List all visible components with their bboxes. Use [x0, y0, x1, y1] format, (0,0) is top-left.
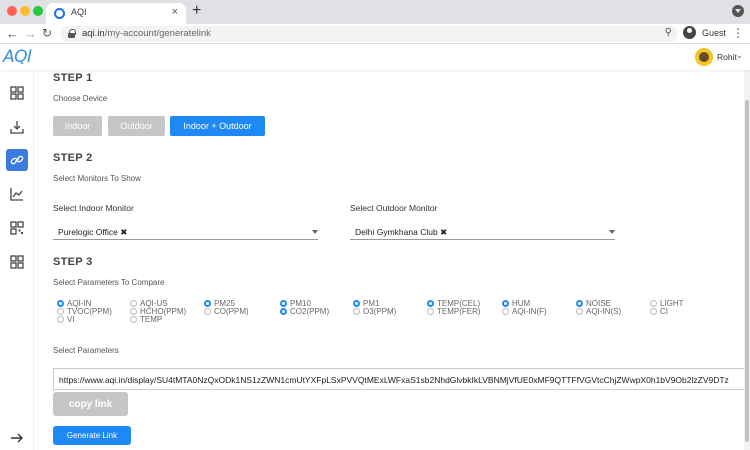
radio-icon[interactable]	[130, 316, 137, 323]
radio-icon[interactable]	[130, 300, 137, 307]
param-co[interactable]: CO(PPM)	[204, 307, 249, 316]
step3-subtitle: Select Parameters To Compare	[53, 278, 165, 287]
step1-title: STEP 1	[53, 72, 93, 84]
radio-icon[interactable]	[576, 300, 583, 307]
user-name[interactable]: Rohit	[717, 52, 737, 62]
outdoor-monitor-select[interactable]: Delhi Gymkhana Club ✖	[350, 224, 615, 240]
profile-label[interactable]: Guest	[702, 28, 726, 38]
outdoor-button[interactable]: Outdoor	[108, 116, 165, 136]
param-label: TEMP	[140, 315, 163, 324]
radio-icon[interactable]	[576, 308, 583, 315]
url-domain: aqi.in	[82, 28, 105, 39]
browser-tab-bar: AQI × +	[0, 0, 750, 24]
param-label: CI	[660, 307, 668, 316]
radio-icon[interactable]	[427, 308, 434, 315]
aqi-logo[interactable]: AQI	[3, 47, 32, 67]
indoor-monitor-label: Select Indoor Monitor	[53, 203, 134, 213]
profile-icon[interactable]	[683, 26, 696, 39]
step3-title: STEP 3	[53, 256, 93, 268]
url-path: /my-account/generatelink	[104, 28, 211, 39]
radio-icon[interactable]	[650, 300, 657, 307]
select-parameters-label: Select Parameters	[53, 346, 119, 355]
indoor-monitor-select[interactable]: Purelogic Office ✖	[53, 224, 318, 240]
reload-icon[interactable]: ↻	[42, 26, 52, 40]
expand-arrow-icon[interactable]	[6, 427, 28, 449]
radio-icon[interactable]	[57, 308, 64, 315]
chart-icon[interactable]	[6, 183, 28, 205]
address-bar: ← → ↻ aqi.in/my-account/generatelink ⚲ G…	[0, 24, 750, 44]
param-label: TEMP(FER)	[437, 307, 481, 316]
param-label: CO(PPM)	[214, 307, 249, 316]
radio-icon[interactable]	[353, 308, 360, 315]
dashboard-icon[interactable]	[6, 82, 28, 104]
param-label: AQI-IN(F)	[512, 307, 547, 316]
outdoor-monitor-label: Select Outdoor Monitor	[350, 203, 438, 213]
zoom-icon[interactable]: ⚲	[665, 27, 672, 38]
sidebar	[0, 70, 34, 450]
indoor-button[interactable]: Indoor	[53, 116, 102, 136]
step2-subtitle: Select Monitors To Show	[53, 174, 141, 183]
window-maximize-icon[interactable]	[33, 6, 43, 16]
download-icon[interactable]	[6, 116, 28, 138]
tab-title: AQI	[71, 7, 87, 17]
devices-icon[interactable]	[6, 251, 28, 273]
param-vi[interactable]: VI	[57, 315, 75, 324]
radio-icon[interactable]	[280, 308, 287, 315]
outdoor-monitor-chip[interactable]: Delhi Gymkhana Club ✖	[355, 227, 447, 238]
copy-link-button[interactable]: copy link	[53, 392, 128, 416]
window-minimize-icon[interactable]	[20, 6, 30, 16]
indoor-monitor-chip[interactable]: Purelogic Office ✖	[58, 227, 127, 238]
url-text: aqi.in/my-account/generatelink	[82, 28, 211, 39]
scrollbar-thumb[interactable]	[745, 100, 749, 442]
param-label: VI	[67, 315, 75, 324]
generate-link-button[interactable]: Generate Link	[53, 426, 131, 445]
browser-menu-icon[interactable]: ⋮	[732, 26, 744, 40]
param-temp[interactable]: TEMP	[130, 315, 162, 324]
url-input[interactable]: aqi.in/my-account/generatelink ⚲	[60, 26, 678, 42]
radio-icon[interactable]	[502, 300, 509, 307]
tab-favicon-icon	[54, 8, 65, 19]
param-aqi-in-s[interactable]: AQI-IN(S)	[576, 307, 621, 316]
caret-down-icon[interactable]	[312, 230, 318, 234]
generated-link-text[interactable]: https://www.aqi.in/display/SU4tMTA0NzQxO…	[59, 375, 729, 385]
radio-icon[interactable]	[204, 300, 211, 307]
user-avatar[interactable]	[695, 48, 713, 66]
param-label: O3(PPM)	[363, 307, 397, 316]
radio-icon[interactable]	[650, 308, 657, 315]
back-arrow-icon[interactable]: ←	[6, 26, 19, 41]
app-header: AQI Rohit ⌄	[0, 44, 750, 70]
param-label: AQI-IN(S)	[586, 307, 622, 316]
generated-link-field[interactable]: https://www.aqi.in/display/SU4tMTA0NzQxO…	[53, 368, 750, 390]
chevron-down-icon[interactable]: ⌄	[736, 51, 743, 60]
browser-tab[interactable]: AQI ×	[46, 3, 186, 24]
step1-subtitle: Choose Device	[53, 94, 108, 103]
radio-icon[interactable]	[502, 308, 509, 315]
link-icon[interactable]	[6, 149, 28, 171]
lock-icon	[68, 29, 76, 38]
radio-icon[interactable]	[57, 300, 64, 307]
browser-window-menu-icon[interactable]	[732, 5, 744, 17]
param-co2[interactable]: CO2(PPM)	[280, 307, 329, 316]
radio-icon[interactable]	[130, 308, 137, 315]
step2-title: STEP 2	[53, 152, 93, 164]
radio-icon[interactable]	[353, 300, 360, 307]
param-ci[interactable]: CI	[650, 307, 668, 316]
window-close-icon[interactable]	[7, 6, 17, 16]
qr-code-icon[interactable]	[6, 217, 28, 239]
new-tab-icon[interactable]: +	[192, 2, 201, 20]
param-aqi-in-f[interactable]: AQI-IN(F)	[502, 307, 547, 316]
radio-icon[interactable]	[280, 300, 287, 307]
radio-icon[interactable]	[204, 308, 211, 315]
caret-down-icon[interactable]	[609, 230, 615, 234]
radio-icon[interactable]	[57, 316, 64, 323]
param-temp-fer[interactable]: TEMP(FER)	[427, 307, 481, 316]
param-o3[interactable]: O3(PPM)	[353, 307, 396, 316]
generate-link-panel: STEP 1 Choose Device Indoor Outdoor Indo…	[34, 70, 750, 450]
param-label: CO2(PPM)	[290, 307, 330, 316]
tab-close-icon[interactable]: ×	[172, 6, 178, 18]
radio-icon[interactable]	[427, 300, 434, 307]
forward-arrow-icon[interactable]: →	[24, 26, 37, 41]
indoor-outdoor-button[interactable]: Indoor + Outdoor	[170, 116, 265, 136]
